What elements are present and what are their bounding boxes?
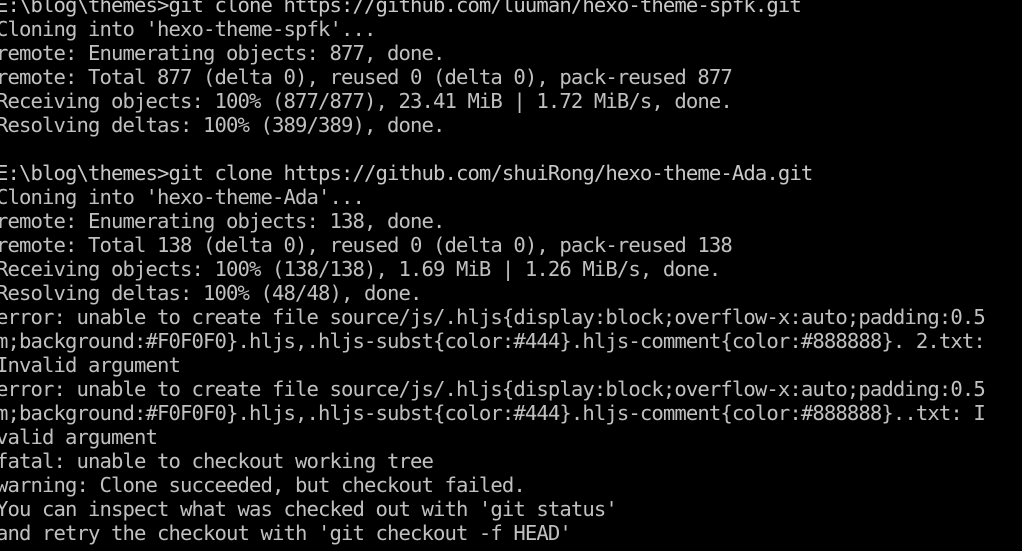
help-line-retry-checkout: and retry the checkout with 'git checkou… <box>0 521 572 545</box>
help-line-inspect-status: You can inspect what was checked out wit… <box>0 497 618 521</box>
output-line-enumerating-spfk: remote: Enumerating objects: 877, done. <box>0 41 445 65</box>
warning-line-checkout-failed: warning: Clone succeeded, but checkout f… <box>0 473 526 497</box>
command-line-clone-spfk: E:\blog\themes>git clone https://github.… <box>0 0 802 17</box>
terminal-output: E:\blog\themes>git clone https://github.… <box>0 0 1022 545</box>
error-line-create-file-2: error: unable to create file source/js/.… <box>0 377 986 401</box>
output-line-total-ada: remote: Total 138 (delta 0), reused 0 (d… <box>0 233 733 257</box>
output-line-resolving-spfk: Resolving deltas: 100% (389/389), done. <box>0 113 445 137</box>
error-line-create-file-1-continued: m;background:#F0F0F0}.hljs,.hljs-subst{c… <box>0 329 986 353</box>
error-line-create-file-1: error: unable to create file source/js/.… <box>0 305 986 329</box>
output-line-resolving-ada: Resolving deltas: 100% (48/48), done. <box>0 281 422 305</box>
error-line-create-file-2-continued: m;background:#F0F0F0}.hljs,.hljs-subst{c… <box>0 401 986 425</box>
terminal-window[interactable]: E:\blog\themes>git clone https://github.… <box>0 0 1022 551</box>
error-line-invalid-argument-1: Invalid argument <box>0 353 181 377</box>
error-line-invalid-argument-2: valid argument <box>0 425 158 449</box>
output-line-receiving-ada: Receiving objects: 100% (138/138), 1.69 … <box>0 257 721 281</box>
output-line-enumerating-ada: remote: Enumerating objects: 138, done. <box>0 209 445 233</box>
command-line-clone-ada: E:\blog\themes>git clone https://github.… <box>0 161 813 185</box>
fatal-line-checkout-tree: fatal: unable to checkout working tree <box>0 449 434 473</box>
output-line-total-spfk: remote: Total 877 (delta 0), reused 0 (d… <box>0 65 733 89</box>
output-line-receiving-spfk: Receiving objects: 100% (877/877), 23.41… <box>0 89 733 113</box>
output-line-cloning-spfk: Cloning into 'hexo-theme-spfk'... <box>0 17 376 41</box>
output-line-cloning-ada: Cloning into 'hexo-theme-Ada'... <box>0 185 365 209</box>
